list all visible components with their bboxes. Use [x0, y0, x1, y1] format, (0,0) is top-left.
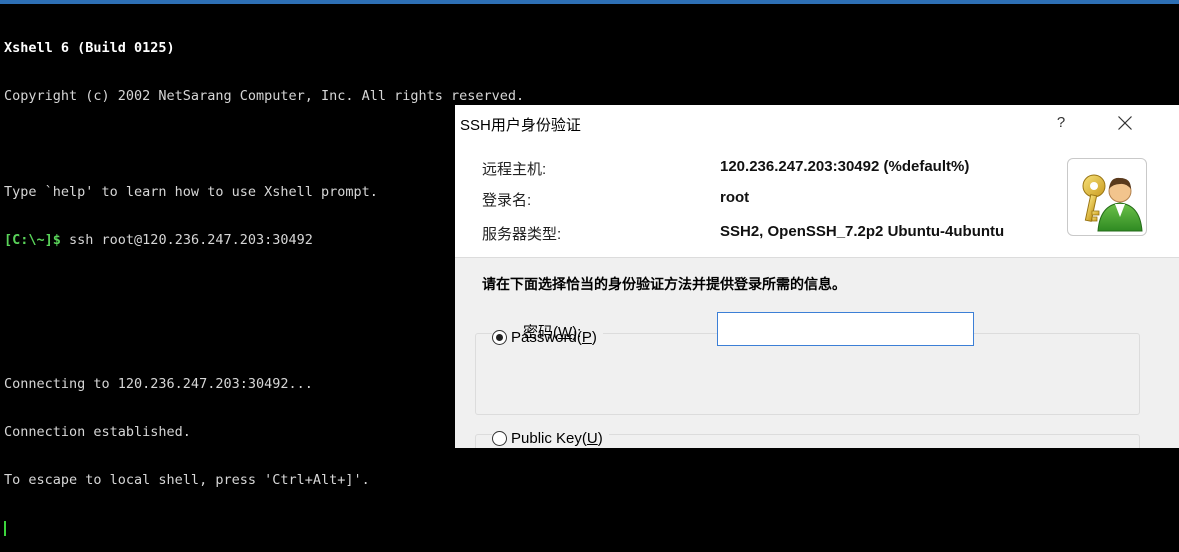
terminal-line-help: Type `help' to learn how to use Xshell p… [4, 184, 378, 200]
password-field-mnemonic: W [558, 324, 573, 341]
password-radio-button[interactable] [492, 330, 507, 345]
remote-host-value: 120.236.247.203:30492 (%default%) [720, 158, 970, 175]
auth-method-area: 请在下面选择恰当的身份验证方法并提供登录所需的信息。 [455, 257, 1179, 448]
terminal-output[interactable]: Xshell 6 (Build 0125) Copyright (c) 2002… [4, 8, 525, 552]
help-button[interactable]: ? [1043, 109, 1079, 137]
ssh-auth-dialog: SSH用户身份验证 ? 远程主机: 120.236.247.203:30492 … [455, 105, 1179, 448]
password-field-text: 密码 [523, 324, 554, 341]
login-name-value: root [720, 189, 750, 206]
terminal-line-connecting: Connecting to 120.236.247.203:30492... [4, 376, 313, 392]
server-type-label: 服务器类型: [482, 226, 562, 243]
terminal-line-established: Connection established. [4, 424, 191, 440]
terminal-cursor [4, 521, 6, 536]
public-key-mnemonic: U [586, 430, 598, 447]
public-key-radio-text: Public Key [511, 430, 582, 447]
public-key-radio-label: Public Key(U) [511, 430, 603, 447]
close-icon [1118, 116, 1132, 130]
window-top-border [0, 0, 1179, 4]
password-field-label: 密码(W): [523, 324, 582, 341]
public-key-radio-button[interactable] [492, 431, 507, 446]
remote-host-label: 远程主机: [482, 161, 547, 178]
terminal-line-version: Xshell 6 (Build 0125) [4, 40, 175, 56]
close-button[interactable] [1107, 109, 1143, 137]
password-input[interactable] [717, 312, 974, 346]
terminal-line-copyright: Copyright (c) 2002 NetSarang Computer, I… [4, 88, 525, 104]
terminal-cursor-line [4, 520, 464, 536]
server-type-value: SSH2, OpenSSH_7.2p2 Ubuntu-4ubuntu [720, 223, 1005, 240]
terminal-command-line: [C:\~]$ ssh root@120.236.247.203:30492 [4, 232, 464, 248]
terminal-prompt: [C:\~]$ [4, 232, 61, 248]
dialog-titlebar[interactable]: SSH用户身份验证 ? [455, 105, 1179, 141]
public-key-radio[interactable]: Public Key(U) [492, 430, 609, 447]
terminal-line-escape: To escape to local shell, press 'Ctrl+Al… [4, 472, 370, 488]
terminal-command: ssh root@120.236.247.203:30492 [60, 232, 313, 248]
dialog-title: SSH用户身份验证 [460, 117, 581, 134]
user-key-icon [1067, 158, 1147, 236]
login-name-label: 登录名: [482, 192, 532, 209]
instruction-text: 请在下面选择恰当的身份验证方法并提供登录所需的信息。 [482, 276, 846, 292]
password-mnemonic: P [581, 329, 592, 346]
